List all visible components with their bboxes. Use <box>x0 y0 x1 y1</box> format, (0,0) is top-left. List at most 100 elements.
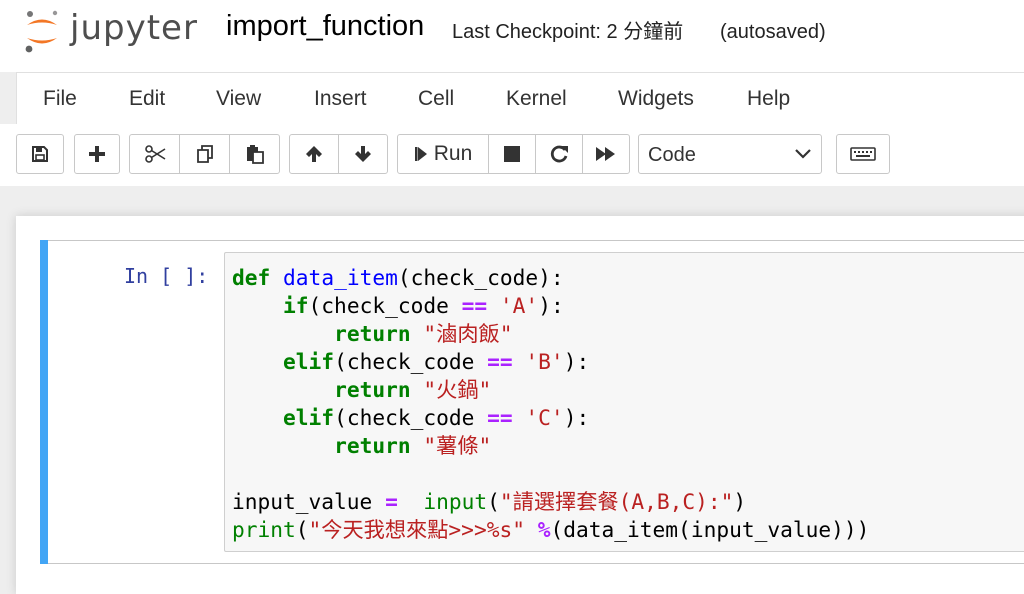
scissors-icon <box>144 145 165 163</box>
code-token: (check_code): <box>397 265 564 290</box>
cell-type-value: Code <box>648 144 696 166</box>
code-token: input <box>423 489 488 514</box>
code-line: def data_item(check_code): <box>232 264 869 292</box>
code-line: return "火鍋" <box>232 376 869 404</box>
code-token: "薯條" <box>423 433 492 458</box>
code-token: 'A' <box>499 293 539 318</box>
code-token: elif <box>283 405 335 430</box>
code-token: return <box>334 321 411 346</box>
arrow-down-icon <box>355 146 371 162</box>
move-up-button[interactable] <box>289 134 339 174</box>
menu-kernel[interactable]: Kernel <box>506 86 567 111</box>
interrupt-button[interactable] <box>488 134 536 174</box>
code-token: print <box>232 517 296 542</box>
code-token: elif <box>283 349 335 374</box>
cell-type-select[interactable]: Code <box>638 134 822 174</box>
run-label: Run <box>433 142 473 165</box>
toolbar: Run <box>0 124 1024 186</box>
menubar: File Edit View Insert Cell Kernel Widget… <box>16 72 1024 124</box>
menu-widgets[interactable]: Widgets <box>618 86 694 111</box>
save-icon <box>32 146 48 162</box>
copy-button[interactable] <box>179 134 230 174</box>
keyboard-group <box>836 134 890 174</box>
run-group: Run <box>397 134 630 174</box>
code-token: ( <box>487 489 500 514</box>
cut-button[interactable] <box>129 134 180 174</box>
autosave-status: (autosaved) <box>720 21 826 43</box>
run-button[interactable]: Run <box>397 134 489 174</box>
chevron-down-icon <box>795 149 811 159</box>
header: jupyter import_function Last Checkpoint:… <box>0 0 1024 72</box>
notebook-name[interactable]: import_function <box>226 10 424 43</box>
save-group <box>16 134 64 174</box>
code-line: input_value = input("請選擇套餐(A,B,C):") <box>232 488 869 516</box>
code-token: def <box>232 265 271 290</box>
code-token: return <box>334 433 411 458</box>
plus-icon <box>89 146 105 162</box>
code-token: 'B' <box>525 349 564 374</box>
code-line: print("今天我想來點>>>%s" %(data_item(input_va… <box>232 516 869 544</box>
code-token: "今天我想來點>>>%s" <box>308 517 525 542</box>
restart-button[interactable] <box>535 134 583 174</box>
input-prompt: In [ ]: <box>124 264 209 288</box>
move-down-button[interactable] <box>338 134 388 174</box>
code-token: ): <box>538 293 564 318</box>
code-token: "請選擇套餐(A,B,C):" <box>499 489 734 514</box>
jupyter-logo-icon <box>25 10 58 53</box>
menu-view[interactable]: View <box>216 86 261 111</box>
copy-icon <box>196 145 213 163</box>
code-token: "滷肉飯" <box>423 321 513 346</box>
menu-help[interactable]: Help <box>747 86 790 111</box>
code-token: (check_code <box>334 405 488 430</box>
restart-icon <box>550 145 568 163</box>
jupyter-logo[interactable]: jupyter <box>22 8 198 54</box>
code-token: if <box>283 293 309 318</box>
code-token: % <box>537 517 551 542</box>
step-forward-icon <box>414 147 427 161</box>
code-line: return "薯條" <box>232 432 869 460</box>
menu-insert[interactable]: Insert <box>314 86 367 111</box>
selected-cell-indicator <box>40 240 48 564</box>
command-palette-button[interactable] <box>836 134 890 174</box>
code-token: == <box>461 293 488 318</box>
code-token: ( <box>295 517 309 542</box>
code-token: (check_code <box>308 293 462 318</box>
restart-run-all-button[interactable] <box>582 134 630 174</box>
save-button[interactable] <box>16 134 64 174</box>
arrow-up-icon <box>306 146 322 162</box>
fast-forward-icon <box>596 147 615 161</box>
code-token: == <box>487 349 513 374</box>
code-line: if(check_code == 'A'): <box>232 292 869 320</box>
code-token: = <box>385 489 398 514</box>
jupyter-logo-text: jupyter <box>70 8 198 48</box>
menu-edit[interactable]: Edit <box>129 86 165 111</box>
code-text[interactable]: def data_item(check_code): if(check_code… <box>232 264 869 544</box>
insert-group <box>74 134 120 174</box>
code-token: ) <box>733 489 747 514</box>
insert-cell-button[interactable] <box>74 134 120 174</box>
code-token: return <box>334 377 411 402</box>
menu-cell[interactable]: Cell <box>418 86 454 111</box>
edit-group <box>129 134 280 174</box>
menu-file[interactable]: File <box>43 86 77 111</box>
code-token: ): <box>563 405 590 430</box>
code-token: input_value <box>232 489 386 514</box>
code-token: data_item <box>283 265 398 290</box>
paste-button[interactable] <box>229 134 280 174</box>
code-line: elif(check_code == 'C'): <box>232 404 869 432</box>
